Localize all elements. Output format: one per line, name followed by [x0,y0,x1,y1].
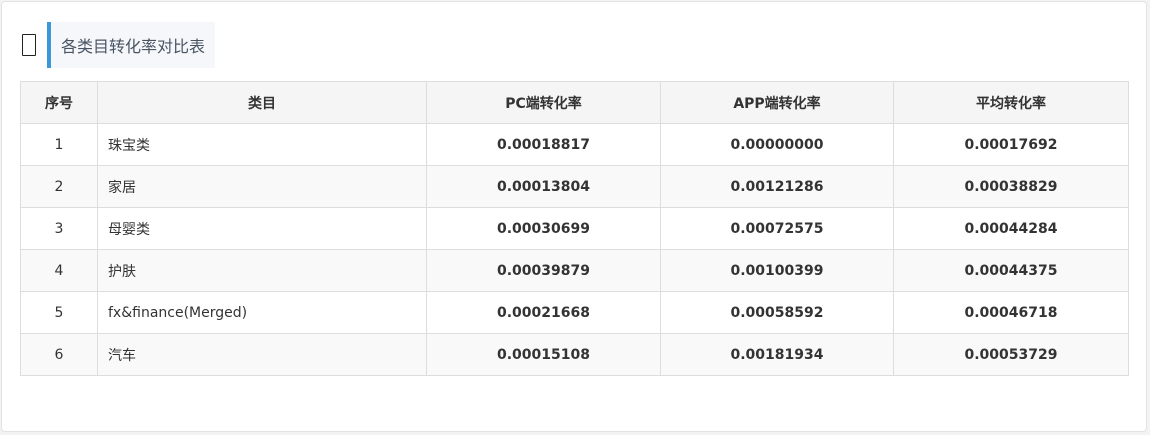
column-header-index: 序号 [20,81,98,124]
cell-avg-rate: 0.00044284 [893,207,1129,250]
book-icon [22,22,42,68]
cell-avg-rate: 0.00038829 [893,165,1129,208]
conversion-table-wrap: 序号 类目 PC端转化率 APP端转化率 平均转化率 1 珠宝类 0.00018… [20,81,1129,376]
column-header-pc-rate: PC端转化率 [426,81,661,124]
cell-app-rate: 0.00072575 [660,207,894,250]
cell-category: 母婴类 [97,207,427,250]
cell-pc-rate: 0.00030699 [426,207,661,250]
cell-avg-rate: 0.00017692 [893,123,1129,166]
cell-app-rate: 0.00121286 [660,165,894,208]
table-row: 4 护肤 0.00039879 0.00100399 0.00044375 [20,249,1129,292]
cell-avg-rate: 0.00053729 [893,333,1129,376]
panel-header: 各类目转化率对比表 [22,22,216,68]
cell-index: 6 [20,333,98,376]
column-header-avg-rate: 平均转化率 [893,81,1129,124]
cell-avg-rate: 0.00046718 [893,291,1129,334]
cell-pc-rate: 0.00013804 [426,165,661,208]
table-row: 5 fx&finance(Merged) 0.00021668 0.000585… [20,291,1129,334]
table-row: 1 珠宝类 0.00018817 0.00000000 0.00017692 [20,123,1129,166]
cell-app-rate: 0.00100399 [660,249,894,292]
title-box: 各类目转化率对比表 [47,22,216,68]
page-title: 各类目转化率对比表 [61,37,206,56]
cell-pc-rate: 0.00021668 [426,291,661,334]
cell-category: fx&finance(Merged) [97,291,427,334]
cell-app-rate: 0.00181934 [660,333,894,376]
cell-avg-rate: 0.00044375 [893,249,1129,292]
cell-app-rate: 0.00058592 [660,291,894,334]
cell-pc-rate: 0.00018817 [426,123,661,166]
column-header-category: 类目 [97,81,427,124]
cell-category: 家居 [97,165,427,208]
cell-index: 2 [20,165,98,208]
column-header-app-rate: APP端转化率 [660,81,894,124]
table-row: 2 家居 0.00013804 0.00121286 0.00038829 [20,165,1129,208]
table-row: 3 母婴类 0.00030699 0.00072575 0.00044284 [20,207,1129,250]
cell-category: 珠宝类 [97,123,427,166]
cell-app-rate: 0.00000000 [660,123,894,166]
cell-index: 3 [20,207,98,250]
cell-index: 5 [20,291,98,334]
table-row: 6 汽车 0.00015108 0.00181934 0.00053729 [20,333,1129,376]
cell-index: 4 [20,249,98,292]
cell-category: 汽车 [97,333,427,376]
cell-category: 护肤 [97,249,427,292]
conversion-table: 序号 类目 PC端转化率 APP端转化率 平均转化率 1 珠宝类 0.00018… [20,81,1129,376]
cell-pc-rate: 0.00039879 [426,249,661,292]
cell-pc-rate: 0.00015108 [426,333,661,376]
cell-index: 1 [20,123,98,166]
table-header-row: 序号 类目 PC端转化率 APP端转化率 平均转化率 [20,81,1129,124]
